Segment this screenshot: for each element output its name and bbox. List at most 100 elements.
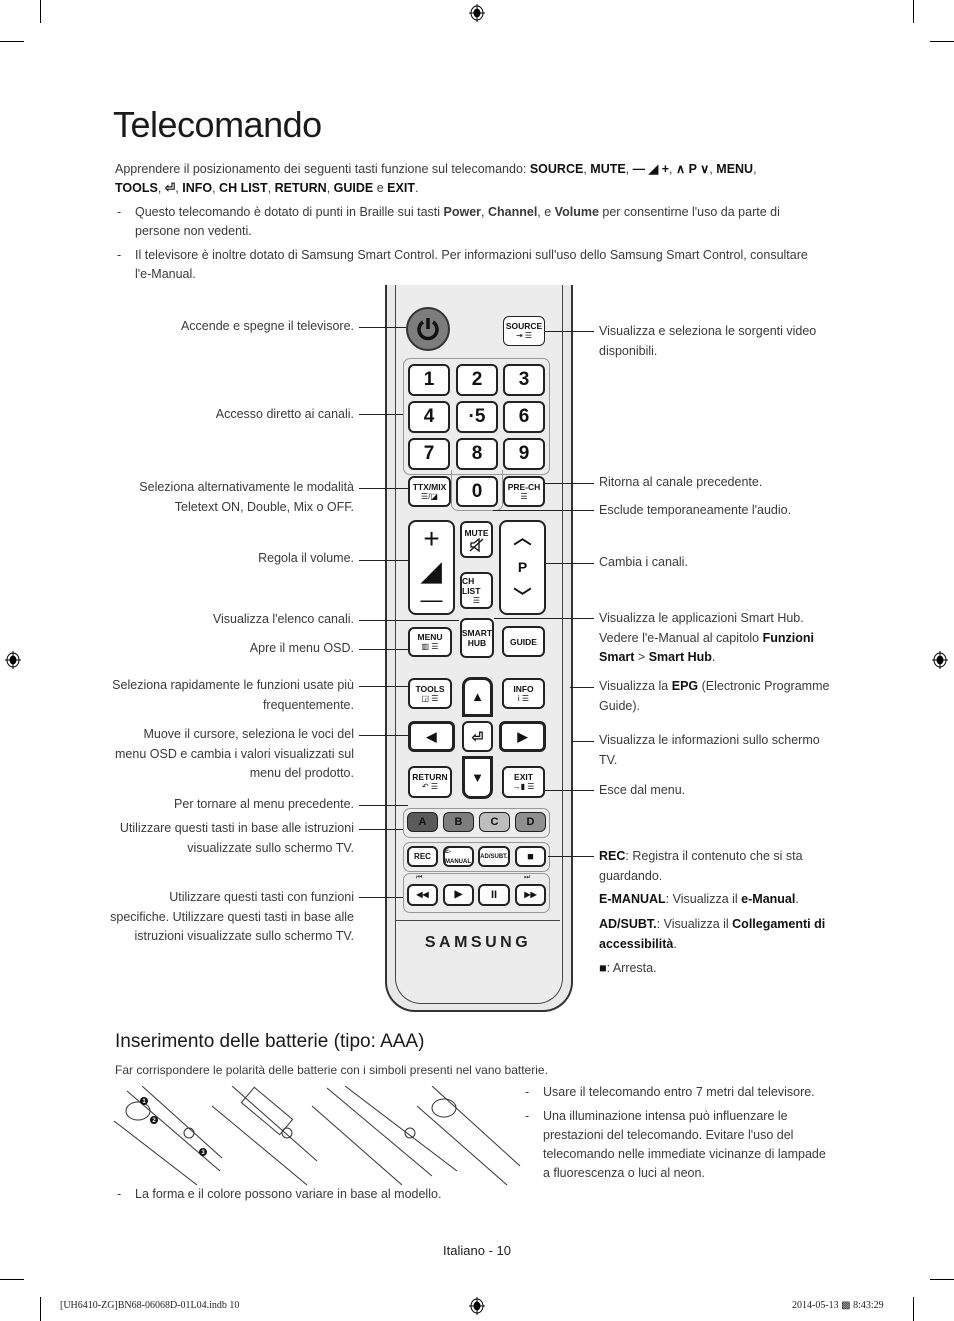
leader-line	[548, 856, 594, 857]
color-button-c[interactable]: C	[479, 812, 510, 832]
label-guide: Visualizza la EPG (Electronic Programme …	[599, 677, 839, 716]
channel-rocker[interactable]: ︿ P ﹀	[499, 520, 546, 615]
button-label: TTX/MIX	[412, 481, 447, 492]
channel-keys-icon: ∧ P ∨	[675, 162, 710, 176]
rec-button[interactable]: REC	[407, 846, 438, 867]
leader-line	[545, 331, 594, 332]
arrow-right-icon: ▶	[517, 728, 528, 744]
digit-button[interactable]: 2	[456, 364, 498, 396]
digit-button[interactable]: 8	[456, 438, 498, 470]
key-name: RETURN	[274, 181, 327, 195]
exit-button[interactable]: EXIT →▮ ☰	[502, 766, 545, 798]
digit-button[interactable]: 9	[503, 438, 545, 470]
tools-icons: ◲ ☰	[421, 693, 439, 703]
leader-line	[359, 560, 408, 561]
source-button[interactable]: SOURCE ⇥ ☰	[503, 316, 545, 346]
info-icons: i ☰	[517, 693, 530, 703]
file-info: [UH6410-ZG]BN68-06068D-01L04.indb 10	[60, 1300, 240, 1311]
nav-down-button[interactable]: ▼	[462, 756, 493, 799]
digit-button[interactable]: 7	[408, 438, 450, 470]
leader-line	[494, 618, 594, 619]
key-name: SOURCE	[529, 162, 584, 176]
label-navigation: Muove il cursore, seleziona le voci del …	[115, 727, 354, 780]
key-name: MUTE	[590, 162, 626, 176]
label-ttx-mix: Seleziona alternativamente le modalità T…	[139, 480, 354, 514]
nav-left-button[interactable]: ◀	[408, 721, 455, 752]
nav-up-button[interactable]: ▲	[462, 677, 493, 717]
registration-mark-icon	[5, 651, 21, 669]
volume-rocker[interactable]: + ◢ —	[408, 520, 455, 615]
rewind-button[interactable]: ◀◀	[407, 884, 438, 906]
leader-line	[359, 649, 408, 650]
ad-subt-button[interactable]: AD/SUBT.	[478, 846, 510, 867]
fast-forward-button[interactable]: ▶▶	[515, 884, 546, 906]
key-name: EXIT	[387, 181, 415, 195]
tools-button[interactable]: TOOLS ◲ ☰	[408, 678, 452, 709]
leader-line	[572, 741, 594, 742]
digit-button[interactable]: 1	[408, 364, 450, 396]
arrow-down-icon: ▼	[471, 769, 484, 785]
play-button[interactable]: ▶	[443, 884, 474, 906]
bullet-dash: -	[117, 248, 122, 262]
enter-button[interactable]: ⏎	[462, 721, 493, 752]
pause-button[interactable]: II	[478, 884, 510, 906]
color-button-b[interactable]: B	[443, 812, 474, 832]
digit-button[interactable]: ·5	[456, 401, 498, 433]
channel-down-icon: ﹀	[513, 586, 532, 607]
digit-button[interactable]: 3	[503, 364, 545, 396]
label-color-buttons: Utilizzare questi tasti in base alle ist…	[119, 821, 354, 855]
nav-right-button[interactable]: ▶	[499, 721, 546, 752]
color-button-d[interactable]: D	[515, 812, 546, 832]
ttx-mix-button[interactable]: TTX/MIX ☰/◪	[408, 476, 451, 507]
return-icons: ↶ ☰	[421, 782, 439, 791]
bold-term: AD/SUBT.	[599, 917, 657, 931]
bold-term: EPG	[671, 679, 699, 693]
digit-button[interactable]: 4	[408, 401, 450, 433]
mute-button[interactable]: MUTE	[460, 521, 493, 558]
bold-term: E-MANUAL	[599, 892, 666, 906]
leader-line	[493, 510, 594, 511]
label-tools: Seleziona rapidamente le funzioni usate …	[112, 678, 354, 712]
ttx-icons: ☰/◪	[421, 491, 438, 501]
leader-line	[546, 563, 594, 564]
return-button[interactable]: RETURN ↶ ☰	[408, 766, 452, 798]
section-heading-batteries: Inserimento delle batterie (tipo: AAA)	[115, 1031, 425, 1052]
menu-button[interactable]: MENU ▥ ☰	[408, 627, 452, 657]
registration-mark-icon	[469, 1297, 485, 1315]
stop-button[interactable]: ■	[515, 846, 546, 867]
label-volume: Regola il volume.	[258, 551, 354, 565]
label-text: : Visualizza il	[656, 917, 733, 931]
print-timestamp: 2014-05-13 ▩ 8:43:29	[792, 1300, 884, 1311]
label-text: : Registra il contenuto che si sta guard…	[599, 849, 803, 883]
ch-list-button[interactable]: CH LIST ☰	[460, 572, 493, 609]
label-source: Visualizza e seleziona le sorgenti video…	[599, 324, 817, 358]
leader-line	[359, 488, 408, 489]
leader-line	[359, 620, 459, 621]
button-label: INFO	[513, 683, 534, 694]
enter-key-icon: ⏎	[164, 181, 176, 195]
smart-hub-button[interactable]: SMART HUB	[460, 618, 494, 658]
leader-line	[359, 414, 403, 415]
bullet-text: La forma e il colore possono variare in …	[135, 1187, 442, 1201]
conjunction: e	[376, 181, 384, 195]
power-button[interactable]	[406, 307, 450, 351]
label-stop: ■: Arresta.	[599, 959, 834, 979]
info-button[interactable]: INFO i ☰	[502, 678, 545, 709]
button-label: TOOLS	[415, 683, 445, 694]
color-button-a[interactable]: A	[407, 812, 438, 832]
guide-button[interactable]: GUIDE	[502, 626, 545, 657]
label-playback: Utilizzare questi tasti con funzioni spe…	[110, 890, 354, 943]
leader-line	[570, 687, 594, 688]
label-info: Visualizza le informazioni sullo schermo…	[599, 733, 820, 767]
bullet-dash: -	[117, 1187, 122, 1201]
crop-mark	[0, 1279, 24, 1280]
label-menu: Apre il menu OSD.	[249, 641, 354, 655]
next-track-icon: ⏭	[524, 874, 531, 881]
digit-button[interactable]: 6	[503, 401, 545, 433]
digit-0-button[interactable]: 0	[456, 476, 498, 507]
divider	[396, 920, 560, 921]
e-manual-button[interactable]: E-MANUAL	[443, 846, 474, 867]
pre-ch-button[interactable]: PRE-CH ☰	[503, 476, 545, 507]
volume-keys-icon: — ◢ +	[632, 162, 670, 176]
battery-note-distance: - Usare il telecomando entro 7 metri dal …	[525, 1083, 853, 1102]
